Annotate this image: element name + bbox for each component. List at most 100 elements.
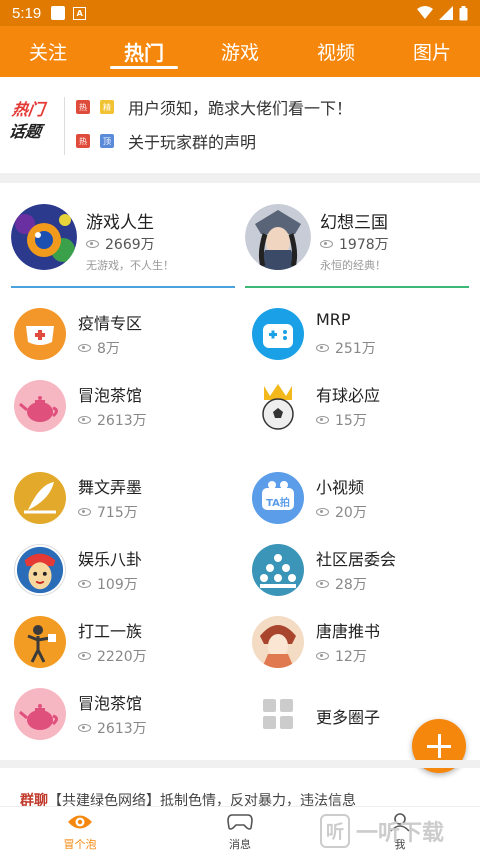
fantasy-three-kingdoms-avatar: [245, 204, 311, 270]
notification-icon: [51, 6, 66, 20]
view-count: 1978万: [320, 234, 389, 254]
topic-title: 关于玩家群的声明: [128, 133, 257, 152]
featured-circle-fantasy-three-kingdoms[interactable]: 幻想三国 1978万 永恒的经典！: [245, 204, 471, 290]
game-life-avatar: [11, 204, 77, 270]
nav-me[interactable]: 我: [320, 807, 480, 855]
view-count: 15万: [316, 410, 367, 430]
view-count: 251万: [316, 338, 376, 358]
status-bar: 5:19 A: [0, 0, 480, 26]
wifi-icon: [417, 6, 433, 19]
nav-label: 消息: [229, 838, 251, 851]
view-count: 8万: [78, 338, 120, 358]
circle-community[interactable]: 社区居委会 28万: [238, 538, 478, 606]
circle-name: 冒泡茶馆: [78, 694, 143, 713]
circle-teahouse[interactable]: 冒泡茶馆 2613万: [0, 374, 240, 442]
tab-hot[interactable]: 热门: [96, 26, 192, 77]
quill-icon: [14, 472, 66, 524]
circle-name: 舞文弄墨: [78, 478, 143, 497]
circle-name: MRP: [316, 310, 351, 329]
nav-label: 我: [394, 838, 406, 851]
eye-icon: [316, 652, 329, 660]
eye-icon: [78, 580, 91, 588]
circle-soccer[interactable]: 有球必应 15万: [238, 374, 478, 442]
user-icon: [387, 811, 413, 833]
view-count: 2613万: [78, 410, 147, 430]
soccer-icon: [252, 380, 304, 432]
circle-workers[interactable]: 打工一族 2220万: [0, 610, 240, 678]
eye-icon: [78, 416, 91, 424]
worker-icon: [14, 616, 66, 668]
nav-messages[interactable]: 消息: [160, 807, 320, 855]
featured-underline: [245, 286, 469, 288]
pinned-badge: 顶: [100, 134, 114, 148]
tab-games[interactable]: 游戏: [192, 26, 288, 77]
gamepad-icon: [252, 308, 304, 360]
topic-item[interactable]: 热 顶 关于玩家群的声明: [76, 129, 256, 153]
topic-title: 用户须知，跪求大佬们看一下！: [128, 99, 353, 118]
mask-icon: [14, 308, 66, 360]
tab-images[interactable]: 图片: [384, 26, 480, 77]
circle-name: 冒泡茶馆: [78, 386, 143, 405]
view-count: 109万: [78, 574, 138, 594]
topic-item[interactable]: 热 精 用户须知，跪求大佬们看一下！: [76, 95, 352, 119]
circle-entertainment[interactable]: 娱乐八卦 109万: [0, 538, 240, 606]
eye-icon: [316, 508, 329, 516]
circle-name: 游戏人生: [86, 213, 154, 233]
circle-writing[interactable]: 舞文弄墨 715万: [0, 466, 240, 534]
circle-slogan: 无游戏，不人生！: [86, 259, 174, 272]
top-tab-bar: 关注 热门 游戏 视频 图片: [0, 26, 480, 77]
eye-icon: [86, 240, 99, 248]
featured-badge: 精: [100, 100, 114, 114]
circle-name: 社区居委会: [316, 550, 397, 569]
view-count: 28万: [316, 574, 367, 594]
feed-post-preview[interactable]: 群聊【共建绿色网络】抵制色情，反对暴力，违法信息: [20, 790, 460, 806]
circle-name: 唐唐推书: [316, 622, 381, 641]
eye-icon: [316, 344, 329, 352]
circle-name: 更多圈子: [316, 708, 381, 727]
view-count: 715万: [78, 502, 138, 522]
divider: [64, 97, 65, 155]
gamepad-outline-icon: [227, 811, 253, 833]
section-divider: [0, 760, 480, 768]
circle-mrp[interactable]: MRP 251万: [238, 302, 478, 370]
book-girl-icon: [252, 616, 304, 668]
circle-name: 有球必应: [316, 386, 381, 405]
eye-icon: [78, 652, 91, 660]
hot-badge: 热: [76, 100, 90, 114]
community-icon: [252, 544, 304, 596]
circle-short-video[interactable]: TA拍 小视频 20万: [238, 466, 478, 534]
opera-mask-icon: [14, 544, 66, 596]
view-count: 2220万: [78, 646, 147, 666]
hot-topics-panel: 热门 话题 热 精 用户须知，跪求大佬们看一下！ 热 顶 关于玩家群的声明: [0, 77, 480, 173]
featured-circle-game-life[interactable]: 游戏人生 2669万 无游戏，不人生！: [11, 204, 237, 290]
nav-bubble[interactable]: 冒个泡: [0, 807, 160, 855]
circle-name: 打工一族: [78, 622, 143, 641]
signal-icon: [439, 6, 453, 20]
bottom-nav: 冒个泡 消息 我: [0, 806, 480, 855]
section-divider: [0, 173, 480, 183]
eye-icon: [78, 724, 91, 732]
circle-slogan: 永恒的经典！: [320, 259, 386, 272]
circle-name: 小视频: [316, 478, 365, 497]
eye-icon: [78, 508, 91, 516]
circle-teahouse-2[interactable]: 冒泡茶馆 2613万: [0, 682, 240, 750]
tab-follow[interactable]: 关注: [0, 26, 96, 77]
battery-icon: [459, 5, 468, 20]
view-count: 2669万: [86, 234, 155, 254]
circle-name: 幻想三国: [320, 213, 388, 233]
circle-book-recommend[interactable]: 唐唐推书 12万: [238, 610, 478, 678]
view-count: 12万: [316, 646, 367, 666]
video-icon: TA拍: [252, 472, 304, 524]
a-notification-icon: A: [73, 6, 87, 20]
view-count: 20万: [316, 502, 367, 522]
nav-label: 冒个泡: [63, 838, 97, 851]
featured-underline: [11, 286, 235, 288]
eye-icon: [320, 240, 333, 248]
circle-name: 疫情专区: [78, 314, 143, 333]
eye-icon: [316, 416, 329, 424]
circle-epidemic[interactable]: 疫情专区 8万: [0, 302, 240, 370]
hot-topics-logo: 热门 话题: [7, 100, 46, 141]
status-time: 5:19: [12, 4, 42, 22]
eye-icon: [67, 811, 93, 833]
tab-videos[interactable]: 视频: [288, 26, 384, 77]
